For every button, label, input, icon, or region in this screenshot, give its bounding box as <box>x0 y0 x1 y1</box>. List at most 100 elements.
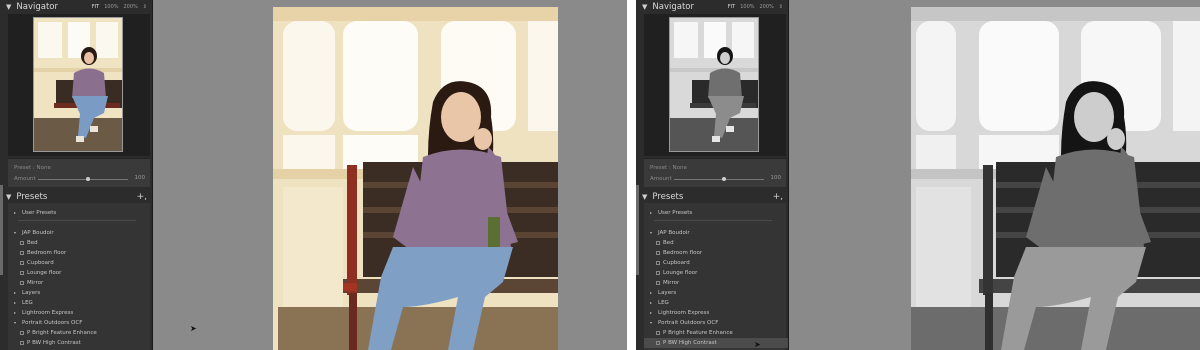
amount-value[interactable]: 100 <box>135 175 146 181</box>
add-preset-icon[interactable]: +, <box>773 192 788 202</box>
list-divider <box>18 220 136 221</box>
navigator-title: Navigator <box>652 2 694 12</box>
preset-folder[interactable]: ▸ Layers <box>8 288 152 298</box>
preset-label: User Presets <box>658 210 693 216</box>
triangle-right-icon[interactable]: ▸ <box>14 288 22 298</box>
preset-icon <box>656 240 660 245</box>
preset-folder[interactable]: ▾ JAP Boudoir <box>644 228 788 238</box>
preset-item[interactable]: P BW High Contrast <box>8 338 152 348</box>
preset-item[interactable]: P Bright Feature Enhance <box>8 328 152 338</box>
preset-label: Bedroom floor <box>27 250 67 256</box>
navigator-preview[interactable] <box>644 14 786 156</box>
preset-folder[interactable]: ▾ Portrait Outdoors OCF <box>8 318 152 328</box>
zoom-fit[interactable]: FIT <box>92 4 99 10</box>
triangle-right-icon[interactable]: ▸ <box>650 288 658 298</box>
zoom-options[interactable]: FIT 100% 200% ⇕ <box>92 4 152 10</box>
triangle-down-icon[interactable]: ▼ <box>6 3 11 11</box>
preset-label: JAP Boudoir <box>658 230 690 236</box>
navigator-header[interactable]: ▼ Navigator FIT 100% 200% ⇕ <box>0 0 152 14</box>
preset-item[interactable]: Cupboard <box>644 258 788 268</box>
preset-folder[interactable]: ▾ Portrait Outdoors OCF <box>644 318 788 328</box>
preset-label: Mirror <box>27 280 44 286</box>
zoom-100[interactable]: 100% <box>740 4 754 10</box>
preset-item[interactable]: Cupboard <box>8 258 152 268</box>
preset-label: User Presets <box>22 210 57 216</box>
preset-item[interactable]: Bedroom floor <box>644 248 788 258</box>
preset-item[interactable]: Bedroom floor <box>8 248 152 258</box>
zoom-more-icon[interactable]: ⇕ <box>143 4 147 10</box>
amount-slider-knob[interactable] <box>722 177 726 181</box>
preset-folder[interactable]: ▸ User Presets <box>8 208 152 218</box>
preset-icon <box>656 270 660 275</box>
preset-label: Portrait Outdoors OCF <box>658 320 719 326</box>
triangle-right-icon[interactable]: ▸ <box>650 298 658 308</box>
loupe-view[interactable] <box>789 0 1200 350</box>
photo-color <box>273 7 558 350</box>
preset-folder[interactable]: ▸ LEG <box>8 298 152 308</box>
preset-item[interactable]: Mirror <box>8 278 152 288</box>
triangle-down-icon[interactable]: ▼ <box>642 3 647 11</box>
preset-item[interactable]: P BW High Contrast <box>644 338 788 348</box>
preset-label: Lightroom Express <box>658 310 710 316</box>
preset-folder[interactable]: ▸ Layers <box>644 288 788 298</box>
preset-amount-panel: Preset : None Amount 100 <box>644 158 786 187</box>
preset-item[interactable]: P Bright Feature Enhance <box>644 328 788 338</box>
preset-label: Mirror <box>663 280 680 286</box>
preset-label: Lounge floor <box>27 270 62 276</box>
navigator-header[interactable]: ▼ Navigator FIT 100% 200% ⇕ <box>636 0 788 14</box>
navigator-thumbnail[interactable] <box>669 17 759 152</box>
navigator-preview[interactable] <box>8 14 150 156</box>
preset-label: P Bright Feature Enhance <box>27 330 97 336</box>
triangle-down-icon[interactable]: ▼ <box>6 193 11 201</box>
preset-label: LEG <box>22 300 33 306</box>
triangle-right-icon[interactable]: ▸ <box>650 208 658 218</box>
presets-header[interactable]: ▼ Presets +, <box>0 190 152 204</box>
loupe-view[interactable]: ➤ <box>153 0 627 350</box>
preset-item[interactable]: Mirror <box>644 278 788 288</box>
lightroom-window-bw: ▼ Navigator FIT 100% 200% ⇕ Preset: Non… <box>636 0 1200 350</box>
navigator-title: Navigator <box>16 2 58 12</box>
triangle-down-icon[interactable]: ▾ <box>650 228 658 238</box>
preset-label: Bed <box>663 240 674 246</box>
preset-label: Bed <box>27 240 38 246</box>
preset-folder[interactable]: ▸ Lightroom Express <box>8 308 152 318</box>
zoom-options[interactable]: FIT 100% 200% ⇕ <box>728 4 788 10</box>
preset-label: Layers <box>658 290 677 296</box>
amount-label: Amount <box>14 176 36 182</box>
zoom-100[interactable]: 100% <box>104 4 118 10</box>
navigator-thumbnail[interactable] <box>33 17 123 152</box>
presets-header[interactable]: ▼ Presets +, <box>636 190 788 204</box>
zoom-200[interactable]: 200% <box>760 4 774 10</box>
triangle-down-icon[interactable]: ▾ <box>14 228 22 238</box>
triangle-right-icon[interactable]: ▸ <box>650 308 658 318</box>
zoom-more-icon[interactable]: ⇕ <box>779 4 783 10</box>
triangle-right-icon[interactable]: ▸ <box>14 298 22 308</box>
amount-slider-track[interactable] <box>674 179 764 180</box>
preset-folder[interactable]: ▸ Lightroom Express <box>644 308 788 318</box>
preset-label: JAP Boudoir <box>22 230 54 236</box>
preset-icon <box>20 260 24 265</box>
amount-value[interactable]: 100 <box>771 175 782 181</box>
amount-slider-knob[interactable] <box>86 177 90 181</box>
preset-item[interactable]: Lounge floor <box>644 268 788 278</box>
preset-item[interactable]: Lounge floor <box>8 268 152 278</box>
triangle-down-icon[interactable]: ▾ <box>650 318 658 328</box>
preset-item[interactable]: Bed <box>644 238 788 248</box>
add-preset-icon[interactable]: +, <box>137 192 152 202</box>
preset-icon <box>20 270 24 275</box>
amount-slider-track[interactable] <box>38 179 128 180</box>
preset-icon <box>656 330 660 335</box>
zoom-fit[interactable]: FIT <box>728 4 735 10</box>
preset-status: Preset : None <box>650 165 687 171</box>
preset-icon <box>20 250 24 255</box>
zoom-200[interactable]: 200% <box>124 4 138 10</box>
preset-icon <box>656 340 660 345</box>
triangle-right-icon[interactable]: ▸ <box>14 308 22 318</box>
preset-item[interactable]: Bed <box>8 238 152 248</box>
preset-folder[interactable]: ▸ LEG <box>644 298 788 308</box>
triangle-down-icon[interactable]: ▼ <box>642 193 647 201</box>
triangle-right-icon[interactable]: ▸ <box>14 208 22 218</box>
preset-folder[interactable]: ▸ User Presets <box>644 208 788 218</box>
triangle-down-icon[interactable]: ▾ <box>14 318 22 328</box>
preset-folder[interactable]: ▾ JAP Boudoir <box>8 228 152 238</box>
